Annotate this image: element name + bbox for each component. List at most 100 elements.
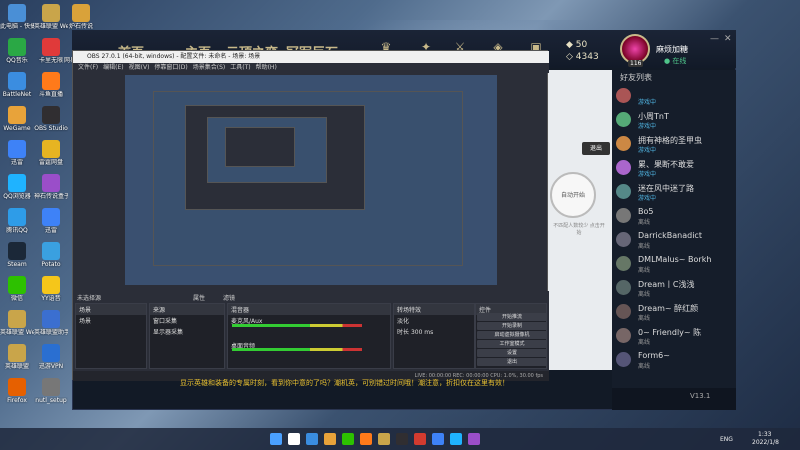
- filters-button[interactable]: 滤镜: [223, 293, 235, 302]
- friend-status: 游戏中: [638, 123, 657, 130]
- username[interactable]: 麻烦加糖: [656, 44, 688, 55]
- friends-title: 好友列表: [620, 73, 652, 82]
- exit-button[interactable]: 退出: [582, 142, 610, 155]
- app-icon: [42, 140, 60, 158]
- transition-duration-value[interactable]: 300 ms: [411, 329, 433, 336]
- friend-item[interactable]: Form6~ 离线: [616, 350, 726, 370]
- friend-item[interactable]: Dream~ 醉红颜 离线: [616, 302, 726, 322]
- friend-item[interactable]: 小周TnT 游戏中: [616, 110, 726, 130]
- friend-item[interactable]: 累、果断不敢爱 游戏中: [616, 158, 726, 178]
- scenes-dock: 场景 场景: [75, 303, 147, 369]
- friend-item[interactable]: Dream丨C浅浅 离线: [616, 278, 726, 298]
- minimize-icon[interactable]: —: [710, 34, 719, 44]
- friend-status: 离线: [638, 315, 651, 322]
- desktop-icon[interactable]: 英雄联盟 WeGame版: [34, 4, 68, 30]
- obs-control-button[interactable]: 设置: [477, 349, 547, 357]
- currency-gold: ◆ 50: [566, 40, 588, 50]
- desktop-icon[interactable]: Firefox: [0, 378, 34, 404]
- obs-preview[interactable]: [125, 75, 497, 285]
- taskbar-app-icon[interactable]: [396, 433, 408, 445]
- mixer-dock: 混音器 麦克风/Aux 桌面音频: [227, 303, 391, 369]
- friend-item[interactable]: DarrickBanadict 离线: [616, 230, 726, 250]
- taskbar-app-icon[interactable]: [468, 433, 480, 445]
- close-icon[interactable]: ✕: [724, 34, 732, 44]
- auto-start-button[interactable]: 自动开始: [550, 172, 596, 218]
- taskbar-app-icon[interactable]: [288, 433, 300, 445]
- taskbar-app-icon[interactable]: [324, 433, 336, 445]
- desktop-icon[interactable]: QQ音乐: [0, 38, 34, 64]
- desktop-icon[interactable]: 英雄联盟助手: [34, 310, 68, 336]
- obs-menu-item[interactable]: 停靠窗口(D): [154, 63, 187, 73]
- desktop-icon-label: 迅游VPN: [38, 363, 64, 370]
- desktop-icon[interactable]: 卡里无限: [34, 38, 68, 64]
- transition-select[interactable]: 淡化: [394, 315, 474, 326]
- desktop-icon[interactable]: 腾讯QQ: [0, 208, 34, 234]
- transition-duration[interactable]: 时长 300 ms: [394, 326, 474, 337]
- friend-item[interactable]: Bo5 离线: [616, 206, 726, 226]
- taskbar-app-icon[interactable]: [378, 433, 390, 445]
- desktop-icon[interactable]: 雷霆网盘: [34, 140, 68, 166]
- obs-menu-item[interactable]: 帮助(H): [256, 63, 277, 73]
- desktop-icon[interactable]: 微信: [0, 276, 34, 302]
- taskbar-app-icon[interactable]: [432, 433, 444, 445]
- desktop-icon-label: 斗鱼直播: [38, 91, 63, 98]
- obs-menu-item[interactable]: 文件(F): [78, 63, 98, 73]
- obs-control-button[interactable]: 启动虚拟摄像机: [477, 331, 547, 339]
- friend-status: 离线: [638, 291, 651, 298]
- app-icon: [8, 4, 26, 22]
- desktop-icon[interactable]: 斗鱼直播: [34, 72, 68, 98]
- obs-control-button[interactable]: 开始录制: [477, 322, 547, 330]
- desktop-icon[interactable]: 迅雷: [0, 140, 34, 166]
- desktop-icon[interactable]: Steam: [0, 242, 34, 268]
- desktop-icon-label: 英雄联盟: [4, 363, 29, 370]
- taskbar-app-icon[interactable]: [360, 433, 372, 445]
- language-indicator[interactable]: ENG: [720, 436, 733, 443]
- app-icon: [8, 174, 26, 192]
- taskbar-app-icon[interactable]: [342, 433, 354, 445]
- desktop-icon[interactable]: 英雄联盟 WeGame版: [0, 310, 34, 336]
- desktop-icon[interactable]: QQ浏览器: [0, 174, 34, 200]
- clock-time[interactable]: 1:33: [758, 431, 771, 438]
- desktop-icon[interactable]: 英雄联盟: [0, 344, 34, 370]
- taskbar-app-icon[interactable]: [414, 433, 426, 445]
- app-icon: [42, 242, 60, 260]
- desktop-icon[interactable]: nutl_setup: [34, 378, 68, 404]
- taskbar-app-icon[interactable]: [450, 433, 462, 445]
- obs-control-button[interactable]: 退出: [477, 358, 547, 366]
- source-item[interactable]: 显示器采集: [150, 326, 224, 337]
- source-item[interactable]: 窗口采集: [150, 315, 224, 326]
- desktop-icon[interactable]: OBS Studio: [34, 106, 68, 132]
- obs-control-button[interactable]: 开始推流: [477, 313, 547, 321]
- friend-item[interactable]: 迷在风中迷了路 游戏中: [616, 182, 726, 202]
- desktop-icon[interactable]: Potato: [34, 242, 68, 268]
- sources-dock: 来源 窗口采集 显示器采集: [149, 303, 225, 369]
- desktop-icon-label: 迅雷: [44, 227, 57, 234]
- taskbar-app-icon[interactable]: [306, 433, 318, 445]
- desktop-icon[interactable]: 迅游VPN: [34, 344, 68, 370]
- app-icon: [8, 310, 26, 328]
- desktop-icon[interactable]: 神石传说盒子: [34, 174, 68, 200]
- friend-item[interactable]: 拥有神格的圣甲虫 游戏中: [616, 134, 726, 154]
- friend-avatar: [616, 112, 631, 127]
- friend-item[interactable]: 游戏中: [616, 86, 726, 106]
- desktop-icon[interactable]: WeGame: [0, 106, 34, 132]
- obs-menu-item[interactable]: 视图(V): [129, 63, 150, 73]
- friends-toolbar: [612, 388, 736, 410]
- desktop-icon[interactable]: 炉石传说: [64, 4, 98, 30]
- scene-item[interactable]: 场景: [76, 315, 146, 326]
- desktop-icon[interactable]: YY语音: [34, 276, 68, 302]
- desktop-icon[interactable]: BattleNet: [0, 72, 34, 98]
- taskbar-app-icon[interactable]: [270, 433, 282, 445]
- obs-control-button[interactable]: 工作室模式: [477, 340, 547, 348]
- desktop-icon[interactable]: 此电脑 - 快捷方式: [0, 4, 34, 30]
- obs-menu-item[interactable]: 场景集合(S): [193, 63, 226, 73]
- match-panel: [546, 70, 612, 370]
- friend-item[interactable]: DMLMalus~ Borkh 离线: [616, 254, 726, 274]
- properties-button[interactable]: 属性: [193, 293, 205, 302]
- clock-date[interactable]: 2022/1/8: [752, 439, 779, 446]
- desktop-icon[interactable]: 迅雷: [34, 208, 68, 234]
- obs-menu-item[interactable]: 编辑(E): [103, 63, 123, 73]
- obs-menu-item[interactable]: 工具(T): [230, 63, 250, 73]
- transition-duration-label: 时长: [397, 329, 410, 336]
- friend-item[interactable]: 0~ Friendly~ 陈离线: [616, 326, 726, 346]
